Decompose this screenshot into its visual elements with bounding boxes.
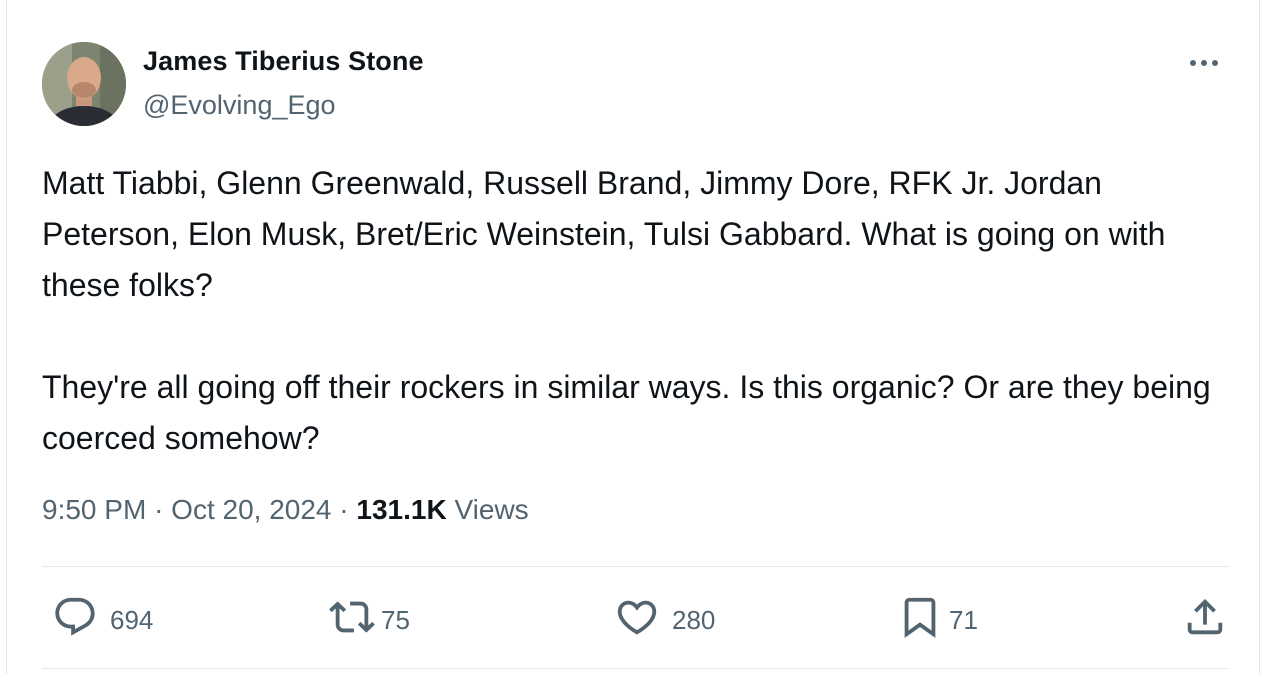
repost-count: 75 xyxy=(381,604,410,635)
divider-top xyxy=(42,566,1229,567)
like-button[interactable]: 280 xyxy=(614,590,715,650)
reply-button[interactable]: 694 xyxy=(52,590,153,650)
divider-bottom xyxy=(42,668,1229,669)
tweet-time[interactable]: 9:50 PM xyxy=(42,494,146,525)
tweet-date[interactable]: Oct 20, 2024 xyxy=(171,494,331,525)
meta-separator: · xyxy=(339,494,349,525)
avatar[interactable] xyxy=(42,42,126,126)
more-icon[interactable] xyxy=(1184,48,1224,78)
meta-separator: · xyxy=(154,494,164,525)
reply-icon xyxy=(52,594,98,647)
action-bar: 694 75 280 71 xyxy=(42,590,1224,650)
like-icon xyxy=(614,594,660,647)
bookmark-button[interactable]: 71 xyxy=(897,590,978,650)
tweet-text: Matt Tiabbi, Glenn Greenwald, Russell Br… xyxy=(42,165,1211,456)
author-name[interactable]: James Tiberius Stone xyxy=(143,46,424,77)
tweet-meta: 9:50 PM · Oct 20, 2024 · 131.1K Views xyxy=(42,494,529,526)
author-handle[interactable]: @Evolving_Ego xyxy=(143,90,336,121)
bookmark-icon xyxy=(897,594,943,647)
bookmark-count: 71 xyxy=(949,604,978,635)
tweet-header: James Tiberius Stone @Evolving_Ego xyxy=(42,40,1224,130)
views-count: 131.1K xyxy=(356,494,447,525)
reply-count: 694 xyxy=(110,604,154,635)
tweet-card: James Tiberius Stone @Evolving_Ego Matt … xyxy=(6,0,1260,674)
share-icon xyxy=(1182,594,1228,647)
share-button[interactable] xyxy=(1182,590,1228,650)
views-label: Views xyxy=(454,494,529,525)
repost-button[interactable]: 75 xyxy=(329,590,410,650)
repost-icon xyxy=(329,594,375,647)
like-count: 280 xyxy=(672,604,716,635)
